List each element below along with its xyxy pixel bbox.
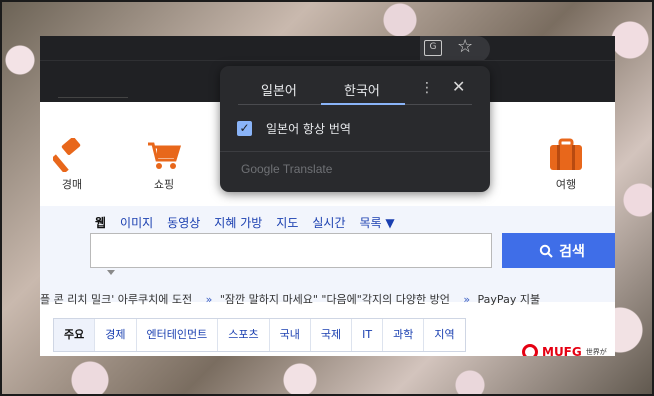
auction-gavel-icon (53, 138, 81, 172)
ticker-item[interactable]: PayPay 지불 (478, 293, 541, 306)
shopping-cart-icon (148, 142, 182, 169)
ticker-separator: » (205, 293, 213, 306)
divider (220, 151, 490, 152)
service-label: 여행 (555, 178, 577, 191)
mufg-logo-icon (522, 344, 538, 356)
active-tab-indicator (321, 103, 405, 105)
search-input[interactable] (90, 233, 492, 268)
news-tabs: 주요 경제 엔터테인먼트 스포츠 국내 국제 IT 과학 지역 (53, 318, 466, 352)
news-tab-top[interactable]: 주요 (54, 319, 95, 351)
news-tab-local[interactable]: 지역 (423, 319, 464, 351)
search-tab-more[interactable]: 목록 ▼ (360, 214, 395, 231)
news-tab-science[interactable]: 과학 (382, 319, 423, 351)
ad-small-text: 世界が (585, 348, 607, 356)
news-tab-domestic[interactable]: 국내 (268, 319, 310, 351)
checkbox-label: 일본어 항상 번역 (266, 122, 351, 136)
tab-target-language[interactable]: 한국어 (344, 80, 380, 99)
news-tab-it[interactable]: IT (351, 319, 382, 351)
news-tab-entertainment[interactable]: 엔터테인먼트 (135, 319, 218, 351)
search-area: 웹 이미지 동영상 지혜 가방 지도 실시간 목록 ▼ 검색 플 콘 리치 밀크… (40, 206, 615, 306)
search-button-label: 검색 (559, 243, 585, 260)
ticker-item[interactable]: 플 콘 리치 밀크' 아루쿠치에 도전 (40, 293, 192, 306)
dropdown-arrow-icon[interactable] (107, 270, 115, 275)
news-tab-sports[interactable]: 스포츠 (217, 319, 268, 351)
search-tab-web[interactable]: 웹 (95, 214, 106, 231)
travel-suitcase-icon (550, 138, 582, 170)
close-icon[interactable]: ✕ (452, 78, 465, 96)
service-label: 쇼핑 (153, 178, 175, 191)
search-tab-answers[interactable]: 지혜 가방 (214, 214, 262, 231)
search-icon (539, 244, 553, 258)
search-tabs: 웹 이미지 동영상 지혜 가방 지도 실시간 목록 ▼ (95, 214, 395, 231)
translate-popup: 일본어 한국어 ⋮ ✕ ✓ 일본어 항상 번역 Google Translate (220, 66, 490, 192)
search-tab-images[interactable]: 이미지 (120, 214, 153, 231)
bookmark-star-icon[interactable]: ☆ (457, 37, 473, 57)
ad-brand: MUFG (542, 345, 582, 356)
ticker-separator: » (463, 293, 471, 306)
news-ticker: 플 콘 리치 밀크' 아루쿠치에 도전 » "잠깐 말하지 마세요" "다음에"… (40, 291, 615, 307)
service-shopping[interactable]: 쇼핑 (134, 138, 194, 192)
translate-icon[interactable]: G (424, 40, 442, 56)
service-label: 경매 (61, 178, 83, 191)
more-options-icon[interactable]: ⋮ (420, 80, 434, 96)
news-tab-international[interactable]: 국제 (309, 319, 351, 351)
mufg-ad[interactable]: MUFG 世界が (522, 344, 607, 356)
service-auction[interactable]: 경매 (42, 138, 102, 192)
ticker-item[interactable]: "잠깐 말하지 마세요" "다음에"각지의 다양한 방언 (220, 293, 450, 306)
search-tab-maps[interactable]: 지도 (276, 214, 298, 231)
search-tab-realtime[interactable]: 실시간 (312, 214, 345, 231)
search-tab-videos[interactable]: 동영상 (167, 214, 200, 231)
always-translate-checkbox[interactable]: ✓ (237, 121, 252, 136)
news-tab-economy[interactable]: 경제 (94, 319, 135, 351)
service-travel[interactable]: 여행 (536, 138, 596, 192)
google-translate-logo: Google Translate (241, 162, 333, 176)
tab-source-language[interactable]: 일본어 (261, 80, 297, 99)
divider (58, 97, 128, 98)
search-button[interactable]: 검색 (502, 233, 615, 268)
browser-toolbar (40, 36, 615, 60)
